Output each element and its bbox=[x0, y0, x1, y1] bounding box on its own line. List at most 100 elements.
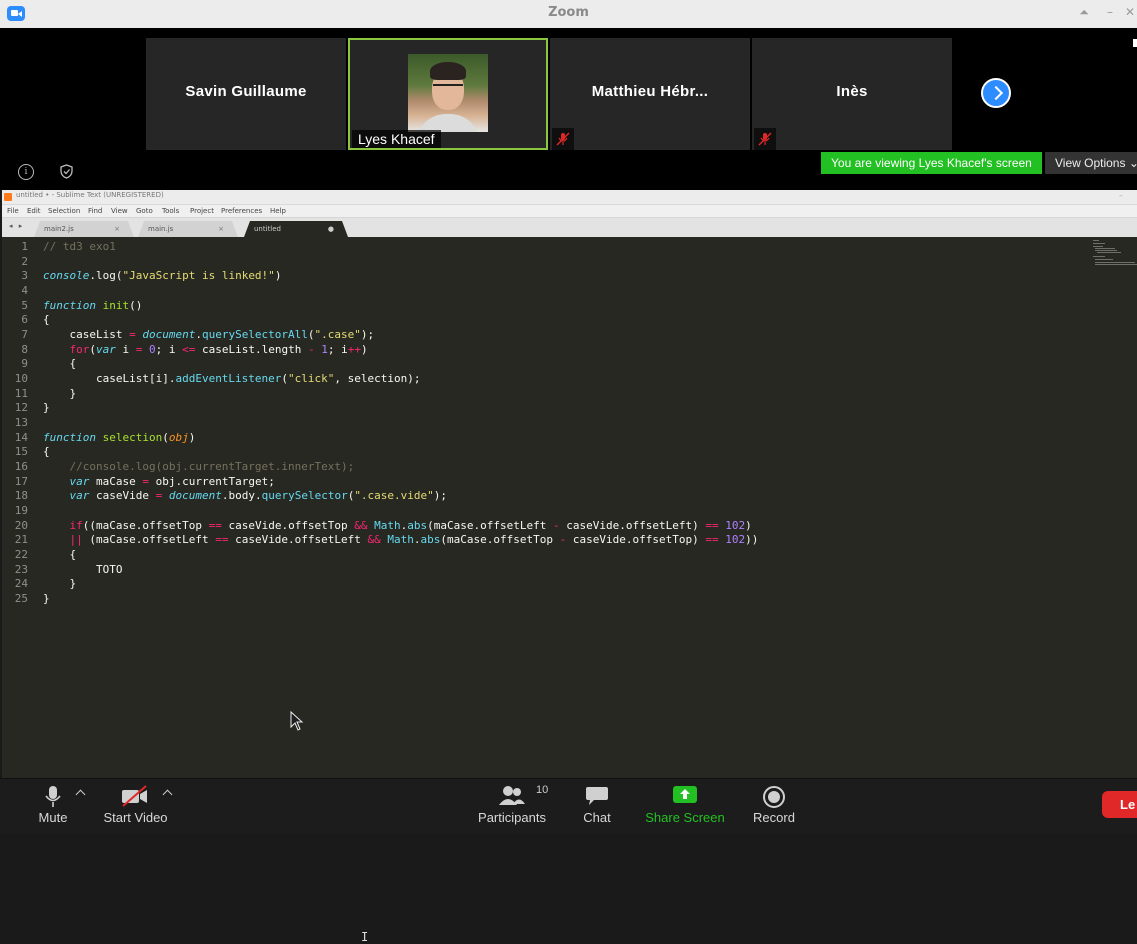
menu-edit[interactable]: Edit bbox=[27, 207, 41, 215]
line-number: 11 bbox=[14, 387, 28, 400]
unsaved-dot-icon[interactable]: ● bbox=[328, 221, 334, 237]
participant-name: Lyes Khacef bbox=[352, 130, 441, 148]
line-number: 15 bbox=[14, 445, 28, 458]
sublime-menubar: File Edit Selection Find View Goto Tools… bbox=[2, 205, 1137, 218]
line-number: 24 bbox=[14, 577, 28, 590]
menu-tools[interactable]: Tools bbox=[162, 207, 179, 215]
participant-tile-matthieu[interactable]: Matthieu Hébr... bbox=[550, 38, 750, 150]
chat-bubble-icon bbox=[586, 787, 608, 805]
line-number: 20 bbox=[14, 519, 28, 532]
code-line: } bbox=[43, 387, 77, 400]
code-line: { bbox=[43, 357, 77, 370]
menu-goto[interactable]: Goto bbox=[136, 207, 153, 215]
line-number: 19 bbox=[14, 504, 28, 517]
code-line: function init() bbox=[43, 299, 143, 312]
tab-untitled[interactable]: untitled ● bbox=[244, 221, 348, 237]
line-number: 21 bbox=[14, 533, 28, 546]
menu-view[interactable]: View bbox=[111, 207, 128, 215]
share-screen-label: Share Screen bbox=[645, 810, 725, 825]
menu-file[interactable]: File bbox=[7, 207, 19, 215]
menu-find[interactable]: Find bbox=[88, 207, 102, 215]
menu-project[interactable]: Project bbox=[190, 207, 214, 215]
tab-main2-js[interactable]: main2.js × bbox=[34, 221, 134, 237]
code-line: } bbox=[43, 592, 50, 605]
next-page-arrow-icon[interactable] bbox=[981, 78, 1011, 108]
sublime-tabbar: ◂ ▸ main2.js × main.js × untitled ● bbox=[2, 218, 1137, 237]
code-line: console.log("JavaScript is linked!") bbox=[43, 269, 282, 282]
tab-label: main2.js bbox=[44, 225, 74, 233]
participant-tile-lyes[interactable]: Lyes Khacef bbox=[348, 38, 548, 150]
menu-preferences[interactable]: Preferences bbox=[221, 207, 262, 215]
chat-label: Chat bbox=[583, 810, 611, 825]
participants-icon bbox=[499, 786, 525, 805]
maximize-icon[interactable]: ⏶ bbox=[1076, 5, 1092, 20]
line-number: 17 bbox=[14, 475, 28, 488]
line-number: 14 bbox=[14, 431, 28, 444]
leave-meeting-button[interactable]: Le bbox=[1102, 791, 1137, 818]
sublime-window-title: untitled • - Sublime Text (UNREGISTERED) bbox=[16, 191, 164, 199]
line-number: 16 bbox=[14, 460, 28, 473]
window-title: Zoom bbox=[548, 5, 589, 20]
code-minimap[interactable] bbox=[1091, 238, 1137, 268]
line-number: 25 bbox=[14, 592, 28, 605]
minimize-icon[interactable]: – bbox=[1102, 5, 1118, 19]
video-strip: Savin Guillaume Lyes Khacef Matthieu Héb… bbox=[0, 28, 1137, 190]
muted-mic-icon bbox=[552, 128, 574, 150]
sublime-titlebar: untitled • - Sublime Text (UNREGISTERED)… bbox=[2, 190, 1137, 205]
info-icon[interactable]: i bbox=[18, 164, 34, 180]
view-options-button[interactable]: View Options ⌄ bbox=[1045, 152, 1137, 174]
code-line: { bbox=[43, 445, 50, 458]
line-number: 4 bbox=[21, 284, 28, 297]
menu-help[interactable]: Help bbox=[270, 207, 286, 215]
participant-photo bbox=[408, 54, 488, 132]
tab-main-js[interactable]: main.js × bbox=[138, 221, 238, 237]
sublime-minimize-icon[interactable]: – bbox=[1119, 191, 1123, 200]
participant-tile-ines[interactable]: Inès bbox=[752, 38, 952, 150]
code-line: } bbox=[43, 401, 50, 414]
tab-scroll-arrows-icon[interactable]: ◂ ▸ bbox=[9, 222, 24, 230]
tab-close-icon[interactable]: × bbox=[114, 221, 120, 237]
code-line: } bbox=[43, 577, 77, 590]
close-icon[interactable]: ✕ bbox=[1122, 5, 1137, 19]
zoom-titlebar: Zoom ⏶ – ✕ bbox=[0, 0, 1137, 29]
line-number: 23 bbox=[14, 563, 28, 576]
video-off-icon bbox=[122, 785, 147, 807]
share-screen-button[interactable]: Share Screen bbox=[642, 779, 728, 833]
line-number: 1 bbox=[21, 240, 28, 253]
microphone-icon bbox=[45, 786, 61, 807]
scroll-edge-marker bbox=[1133, 39, 1137, 47]
line-number: 22 bbox=[14, 548, 28, 561]
code-editor[interactable]: 1 2 3 4 5 6 7 8 9 10 11 12 13 14 15 16 1… bbox=[2, 237, 1137, 944]
chat-button[interactable]: Chat bbox=[577, 779, 617, 833]
shield-check-icon[interactable] bbox=[60, 164, 73, 183]
line-number: 2 bbox=[21, 255, 28, 268]
line-number: 6 bbox=[21, 313, 28, 326]
menu-selection[interactable]: Selection bbox=[48, 207, 80, 215]
line-number: 5 bbox=[21, 299, 28, 312]
text-cursor-icon: I bbox=[361, 930, 369, 944]
code-line: if((maCase.offsetTop == caseVide.offsetT… bbox=[69, 519, 752, 532]
code-line: TOTO bbox=[43, 563, 123, 576]
line-number: 9 bbox=[21, 357, 28, 370]
participants-count-badge: 10 bbox=[536, 784, 549, 796]
code-line: || (maCase.offsetLeft == caseVide.offset… bbox=[69, 533, 759, 546]
start-video-button[interactable]: Start Video bbox=[98, 779, 173, 833]
code-line: { bbox=[43, 548, 77, 561]
tab-close-icon[interactable]: × bbox=[218, 221, 224, 237]
participant-name: Inès bbox=[836, 83, 868, 100]
line-number: 13 bbox=[14, 416, 28, 429]
code-line: function selection(obj) bbox=[43, 431, 196, 444]
participant-tile-savin[interactable]: Savin Guillaume bbox=[146, 38, 346, 150]
code-line: { bbox=[43, 313, 50, 326]
mouse-pointer-icon bbox=[290, 711, 304, 731]
code-line: var caseVide = document.body.querySelect… bbox=[69, 489, 448, 502]
code-line: caseList = document.querySelectorAll(".c… bbox=[43, 328, 375, 341]
line-number: 18 bbox=[14, 489, 28, 502]
line-number: 8 bbox=[21, 343, 28, 356]
record-button[interactable]: Record bbox=[749, 779, 799, 833]
line-number: 12 bbox=[14, 401, 28, 414]
share-screen-icon bbox=[673, 786, 697, 803]
record-icon bbox=[763, 786, 785, 808]
mute-button[interactable]: Mute bbox=[28, 779, 78, 833]
start-video-label: Start Video bbox=[103, 810, 168, 825]
